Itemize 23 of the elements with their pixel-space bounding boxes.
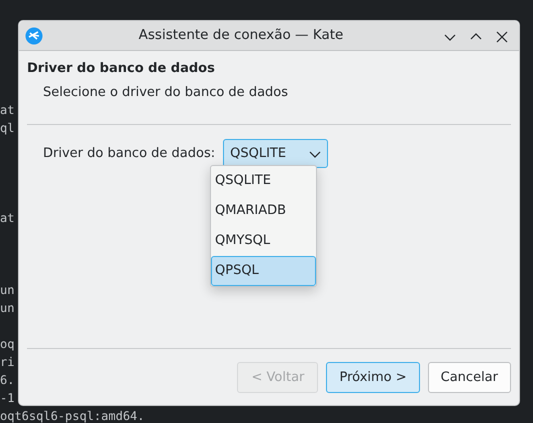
terminal-text: ri	[0, 355, 14, 369]
terminal-text: un	[0, 283, 14, 297]
terminal-text: at	[0, 103, 14, 117]
terminal-text: -1	[0, 391, 14, 405]
terminal-text: 6.	[0, 373, 14, 387]
dialog-button[interactable]: Cancelar	[428, 362, 511, 393]
driver-label: Driver do banco de dados:	[43, 144, 216, 163]
dropdown-option[interactable]: QSQLITE	[211, 166, 316, 196]
page-subtitle: Selecione o driver do banco de dados	[42, 84, 290, 102]
dropdown-option[interactable]: QMARIADB	[211, 196, 316, 226]
dropdown-option[interactable]: QPSQL	[211, 256, 316, 286]
app-logo-icon	[25, 26, 43, 44]
dropdown-option[interactable]: QMYSQL	[211, 226, 316, 256]
terminal-text: un	[0, 301, 14, 315]
window-title: Assistente de conexão — Kate	[138, 26, 344, 46]
close-icon	[495, 30, 509, 44]
page-heading: Driver do banco de dados	[27, 60, 216, 78]
terminal-text: at	[0, 211, 14, 225]
terminal-text: ql	[0, 121, 14, 135]
dialog-button[interactable]: Próximo >	[326, 362, 420, 393]
driver-combobox[interactable]: QSQLITE	[223, 139, 328, 168]
terminal-text: oqt6sql6-psql:amd64.	[0, 409, 144, 423]
terminal-text: oq	[0, 337, 14, 351]
